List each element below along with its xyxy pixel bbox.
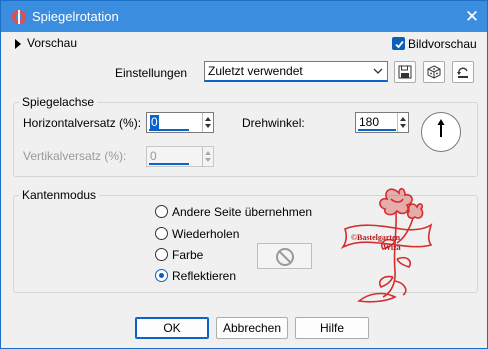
spin-down-icon[interactable] xyxy=(205,158,211,162)
rotation-angle-label: Drehwinkel: xyxy=(242,116,305,130)
no-color-icon xyxy=(276,248,294,266)
randomize-button[interactable] xyxy=(423,61,445,83)
vertical-offset-arrows[interactable] xyxy=(202,147,213,166)
rotation-angle-value[interactable]: 180 xyxy=(359,115,379,129)
vertical-offset-slider-bar[interactable] xyxy=(149,163,189,165)
reset-button[interactable] xyxy=(452,61,474,83)
watermark-logo: ©Bastelgarten Wiza xyxy=(339,181,437,306)
radio-label: Farbe xyxy=(172,248,204,262)
save-icon xyxy=(398,65,412,79)
color-swatch[interactable] xyxy=(257,243,312,269)
cancel-button[interactable]: Abbrechen xyxy=(216,317,288,339)
spin-down-icon[interactable] xyxy=(400,124,406,128)
rotation-angle-spinner[interactable]: 180 xyxy=(355,112,409,133)
radio-reflect[interactable]: Reflektieren xyxy=(155,268,255,284)
image-preview-checkbox[interactable]: Bildvorschau xyxy=(392,37,484,53)
horizontal-offset-value[interactable]: 0 xyxy=(150,115,159,129)
chevron-down-icon xyxy=(373,68,383,74)
dialog-window: Spiegelrotation ✕ Vorschau Bildvorschau … xyxy=(0,0,488,349)
rotation-angle-slider-bar[interactable] xyxy=(358,129,396,131)
radio-checked-icon xyxy=(155,269,168,282)
save-preset-button[interactable] xyxy=(394,61,416,83)
radio-icon xyxy=(155,248,168,261)
horizontal-offset-label: Horizontalversatz (%): xyxy=(23,116,142,130)
settings-label: Einstellungen xyxy=(115,66,188,80)
radio-icon xyxy=(155,205,168,218)
window-title: Spiegelrotation xyxy=(32,9,119,24)
vertical-offset-value[interactable]: 0 xyxy=(150,149,157,163)
spin-down-icon[interactable] xyxy=(205,124,211,128)
edge-mode-title: Kantenmodus xyxy=(19,188,100,202)
mirror-axis-title: Spiegelachse xyxy=(19,95,98,109)
spin-up-icon[interactable] xyxy=(205,151,211,155)
title-bar[interactable]: Spiegelrotation ✕ xyxy=(1,1,487,32)
rotation-angle-arrows[interactable] xyxy=(397,113,408,132)
dial-needle-icon xyxy=(437,119,445,137)
horizontal-offset-spinner[interactable]: 0 xyxy=(146,112,214,133)
spin-up-icon[interactable] xyxy=(205,117,211,121)
ok-button[interactable]: OK xyxy=(135,317,209,339)
radio-other-side[interactable]: Andere Seite übernehmen xyxy=(155,204,325,220)
radio-label: Reflektieren xyxy=(172,269,237,283)
app-icon xyxy=(12,10,26,24)
radio-label: Andere Seite übernehmen xyxy=(172,205,313,219)
vertical-offset-label: Vertikalversatz (%): xyxy=(23,149,127,163)
checkbox-checked-icon xyxy=(392,37,405,50)
radio-color[interactable]: Farbe xyxy=(155,247,215,263)
close-button[interactable]: ✕ xyxy=(457,1,487,32)
spin-up-icon[interactable] xyxy=(400,117,406,121)
radio-repeat[interactable]: Wiederholen xyxy=(155,226,255,242)
preview-label: Vorschau xyxy=(27,36,78,50)
radio-label: Wiederholen xyxy=(172,227,240,241)
rotation-dial[interactable] xyxy=(421,112,461,152)
dice-icon xyxy=(427,65,441,79)
reset-icon xyxy=(457,67,468,78)
close-icon: ✕ xyxy=(464,7,480,26)
horizontal-offset-slider-bar[interactable] xyxy=(149,129,189,131)
settings-value: Zuletzt verwendet xyxy=(208,64,303,78)
watermark-text-line2: Wiza xyxy=(383,243,401,252)
vertical-offset-spinner[interactable]: 0 xyxy=(146,146,214,167)
help-button[interactable]: Hilfe xyxy=(295,317,369,339)
radio-icon xyxy=(155,227,168,240)
image-preview-label: Bildvorschau xyxy=(408,37,477,51)
expand-triangle-icon xyxy=(15,39,21,49)
horizontal-offset-arrows[interactable] xyxy=(202,113,213,132)
watermark-text-line1: ©Bastelgarten xyxy=(351,233,401,242)
settings-dropdown[interactable]: Zuletzt verwendet xyxy=(204,61,388,82)
